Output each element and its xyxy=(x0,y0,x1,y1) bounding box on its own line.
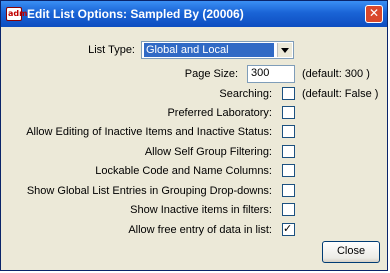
show-global-entries-label: Show Global List Entries in Grouping Dro… xyxy=(26,185,272,197)
app-logo-text: adm xyxy=(8,9,28,18)
check-icon: ✓ xyxy=(283,222,293,235)
close-icon[interactable]: ✕ xyxy=(365,5,383,23)
chevron-down-icon[interactable] xyxy=(277,43,292,57)
list-type-label: List Type: xyxy=(88,44,135,56)
searching-checkbox[interactable] xyxy=(282,87,295,100)
preferred-laboratory-checkbox[interactable] xyxy=(282,106,295,119)
app-logo-icon: adm xyxy=(6,7,27,21)
title-bar[interactable]: adm Edit List Options: Sampled By (20006… xyxy=(1,1,387,27)
list-type-dropdown[interactable]: Global and Local xyxy=(141,41,294,59)
dialog-window: adm Edit List Options: Sampled By (20006… xyxy=(0,0,388,271)
allow-self-group-filtering-label: Allow Self Group Filtering: xyxy=(144,146,272,158)
allow-editing-inactive-checkbox[interactable] xyxy=(282,125,295,138)
close-button[interactable]: Close xyxy=(322,241,380,263)
page-size-label: Page Size: xyxy=(184,68,238,80)
preferred-laboratory-label: Preferred Laboratory: xyxy=(167,107,272,119)
show-inactive-filters-label: Show Inactive items in filters: xyxy=(130,204,272,216)
searching-label: Searching: xyxy=(219,88,272,100)
allow-free-entry-checkbox[interactable]: ✓ xyxy=(282,222,295,236)
lockable-columns-label: Lockable Code and Name Columns: xyxy=(95,165,272,177)
page-size-default: (default: 300 ) xyxy=(302,68,370,80)
show-global-entries-checkbox[interactable] xyxy=(282,184,295,197)
page-size-input[interactable]: 300 xyxy=(247,65,295,83)
searching-default: (default: False ) xyxy=(302,88,379,100)
allow-editing-inactive-label: Allow Editing of Inactive Items and Inac… xyxy=(26,126,272,138)
lockable-columns-checkbox[interactable] xyxy=(282,164,295,177)
window-title: Edit List Options: Sampled By (20006) xyxy=(27,7,244,21)
show-inactive-filters-checkbox[interactable] xyxy=(282,203,295,216)
allow-self-group-filtering-checkbox[interactable] xyxy=(282,145,295,158)
allow-free-entry-label: Allow free entry of data in list: xyxy=(128,224,272,236)
list-type-value: Global and Local xyxy=(144,43,274,57)
